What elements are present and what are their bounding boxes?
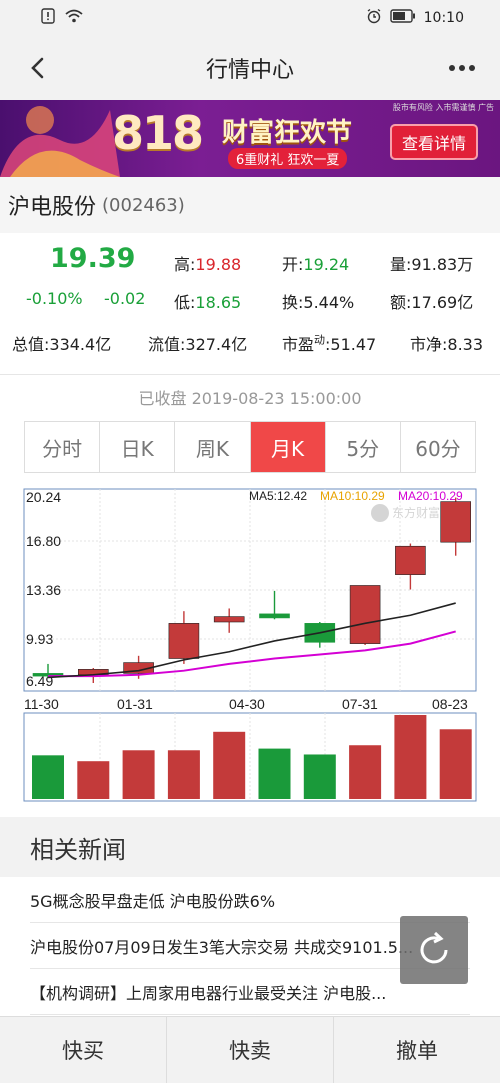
market-status-time: 已收盘 2019-08-23 15:00:00 [138, 389, 362, 408]
wifi-icon [64, 8, 84, 28]
x-tick-label: 08-23 [432, 696, 468, 712]
nav-bar: 行情中心 [0, 36, 500, 100]
legend-ma5: MA5:12.42 [249, 489, 307, 503]
high-value: 19.88 [195, 255, 242, 274]
watermark-logo [371, 504, 389, 522]
legend-ma10: MA10:10.29 [320, 489, 385, 503]
alarm-icon [366, 8, 382, 28]
open-value: 19.24 [303, 255, 350, 274]
volume-bar [303, 754, 336, 799]
candle-body [440, 501, 472, 543]
banner-title: 财富狂欢节 [222, 118, 353, 148]
period-tabs: 分时 日K 周K 月K 5分 60分 [24, 421, 476, 473]
tab-intraday[interactable]: 分时 [25, 422, 101, 472]
kline-chart: 东方财富 20.24 16.80 13.36 9.93 6.49 MA5:12.… [23, 488, 477, 802]
watermark-text: 东方财富 [392, 505, 440, 520]
back-arrow-icon [31, 57, 44, 79]
refresh-button[interactable] [400, 916, 468, 984]
candle-body [168, 623, 200, 659]
pe-value: :51.47 [325, 335, 377, 354]
x-tick-label: 04-30 [229, 696, 265, 712]
alert-icon [40, 8, 56, 28]
stock-name: 沪电股份 [8, 195, 97, 220]
change-percent: -0.10% [26, 289, 83, 308]
volume-bar [439, 729, 472, 799]
quick-buy-button[interactable]: 快买 [0, 1017, 167, 1083]
volume-bar [77, 761, 110, 799]
volume-bar [167, 750, 200, 799]
stock-code: (002463) [102, 194, 185, 216]
candle-body [259, 613, 290, 619]
volume-bar [122, 750, 155, 799]
open-label: 开: [282, 255, 304, 274]
high-label: 高: [174, 255, 196, 274]
total-market-cap: 总值:334.4亿 [12, 335, 112, 354]
pe-label: 市盈 [282, 335, 315, 354]
x-tick-label: 01-31 [117, 696, 153, 712]
candle-body [213, 616, 245, 623]
legend-ma20: MA20:10.29 [398, 489, 463, 503]
page-title: 行情中心 [205, 58, 294, 83]
candle-body [349, 585, 381, 644]
volume: 量:91.83万 [390, 255, 474, 274]
volume-bar [32, 755, 64, 799]
change-amount: -0.02 [104, 289, 146, 308]
tab-weekly-k[interactable]: 周K [175, 422, 251, 472]
low-label: 低: [174, 293, 196, 312]
y-tick-label: 9.93 [26, 631, 53, 647]
status-time: 10:10 [423, 10, 464, 26]
quick-sell-button[interactable]: 快卖 [167, 1017, 334, 1083]
float-market-cap: 流值:327.4亿 [148, 335, 248, 354]
turnover-rate: 换:5.44% [282, 293, 355, 312]
pe-superscript: 动 [314, 333, 326, 347]
tab-5min[interactable]: 5分 [326, 422, 401, 472]
candle-body [395, 545, 426, 575]
high-price: 高:19.88 [174, 251, 241, 275]
banner-818-text: 818 [112, 106, 204, 160]
y-tick-label: 16.80 [26, 533, 61, 549]
y-tick-label: 20.24 [26, 489, 61, 505]
banner-decor-image [0, 106, 120, 177]
banner-detail-button[interactable]: 查看详情 [389, 124, 478, 160]
volume-bar [258, 748, 291, 799]
low-price: 低:18.65 [174, 289, 241, 313]
x-tick-label: 11-30 [24, 696, 59, 712]
status-bar: 10:10 [0, 0, 500, 36]
refresh-icon [420, 931, 448, 964]
promo-banner[interactable]: 818 财富狂欢节 6重财礼 狂欢一夏 查看详情 股市有风险 入市需谨慎 广告 [0, 100, 500, 177]
battery-icon [389, 9, 416, 27]
tab-daily-k[interactable]: 日K [100, 422, 176, 472]
low-value: 18.65 [195, 293, 242, 312]
pb-ratio: 市净:8.33 [410, 335, 484, 354]
bottom-action-bar: 快买 快卖 撤单 [0, 1016, 500, 1083]
banner-subtitle: 6重财礼 狂欢一夏 [228, 148, 348, 169]
current-price: 19.39 [50, 243, 136, 274]
news-section-title: 相关新闻 [0, 817, 500, 877]
banner-disclaimer: 股市有风险 入市需谨慎 广告 [392, 103, 494, 112]
kline-chart-area[interactable]: 东方财富 20.24 16.80 13.36 9.93 6.49 MA5:12.… [0, 487, 500, 817]
cancel-order-button[interactable]: 撤单 [334, 1017, 500, 1083]
open-price: 开:19.24 [282, 251, 349, 275]
quote-panel: 19.39 -0.10% -0.02 高:19.88 低:18.65 开:19.… [0, 233, 500, 375]
more-dots-icon [448, 65, 475, 71]
y-tick-label: 13.36 [26, 582, 61, 598]
volume-bar [349, 745, 382, 799]
stock-header: 沪电股份 (002463) [0, 177, 500, 233]
pe-ratio: 市盈动:51.47 [282, 331, 376, 355]
tab-60min[interactable]: 60分 [401, 422, 475, 472]
back-button[interactable] [18, 48, 58, 88]
tab-monthly-k[interactable]: 月K [250, 422, 326, 472]
amount: 额:17.69亿 [390, 293, 474, 312]
volume-bar [213, 731, 246, 799]
x-tick-label: 07-31 [342, 696, 378, 712]
volume-bar [394, 715, 427, 799]
more-button[interactable] [442, 48, 482, 88]
